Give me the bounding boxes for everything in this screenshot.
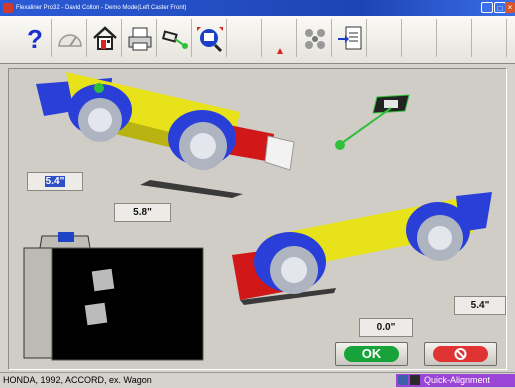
vehicle-info: HONDA, 1992, ACCORD, ex. Wagon: [3, 375, 152, 385]
readout-right-top[interactable]: 5.4": [454, 296, 506, 315]
ok-button[interactable]: OK: [335, 342, 408, 366]
camera-icon: [410, 375, 420, 385]
camera-view-panel: [23, 232, 204, 361]
cancel-icon: [454, 348, 467, 360]
mode-label: Quick-Alignment: [424, 375, 491, 385]
mode-indicator: Quick-Alignment: [396, 374, 515, 387]
readout-left-top[interactable]: 5.4": [27, 172, 83, 191]
readout-right-bottom[interactable]: 0.0": [359, 318, 413, 337]
user-icon: [398, 375, 408, 385]
alignment-graphics: [23, 72, 492, 361]
readout-left-bottom[interactable]: 5.8": [114, 203, 171, 222]
cancel-pill: [433, 346, 488, 362]
cancel-button[interactable]: [424, 342, 497, 366]
ok-label: OK: [344, 346, 399, 362]
target-head: [335, 94, 410, 150]
status-bar: HONDA, 1992, ACCORD, ex. Wagon Quick-Ali…: [0, 372, 515, 388]
car-rear-view: [232, 192, 492, 305]
